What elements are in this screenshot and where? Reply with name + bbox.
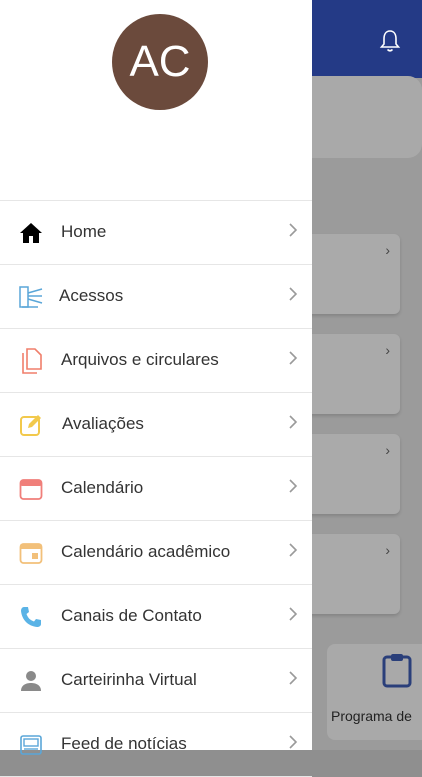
- menu-item-label: Avaliações: [62, 414, 144, 433]
- menu-item-label: Calendário acadêmico: [61, 542, 231, 561]
- news-icon: [18, 732, 44, 758]
- menu-item-avaliacoes[interactable]: Avaliações: [0, 393, 312, 457]
- turnstile-icon: [18, 284, 44, 310]
- chevron-right-icon: ›: [385, 242, 390, 258]
- program-tile-label: Programa de: [331, 708, 412, 724]
- menu-item-label: Feed de notícias: [61, 734, 187, 753]
- calendar-event-icon: [18, 540, 44, 566]
- menu-item-label: Arquivos e circulares: [61, 350, 219, 369]
- avatar[interactable]: AC: [112, 14, 208, 110]
- chevron-right-icon: [289, 351, 298, 365]
- program-tile[interactable]: Programa de: [327, 644, 422, 740]
- chevron-right-icon: ›: [385, 542, 390, 558]
- bell-icon[interactable]: [378, 28, 402, 54]
- menu-item-label: Carteirinha Virtual: [61, 670, 197, 689]
- person-icon: [18, 668, 44, 694]
- chevron-right-icon: [289, 607, 298, 621]
- chevron-right-icon: [289, 671, 298, 685]
- chevron-right-icon: [289, 735, 298, 749]
- home-icon: [18, 220, 44, 246]
- chevron-right-icon: ›: [385, 442, 390, 458]
- avatar-initials: AC: [129, 37, 191, 86]
- menu-item-canais-contato[interactable]: Canais de Contato: [0, 585, 312, 649]
- menu-item-label: Home: [61, 222, 107, 241]
- menu-item-acessos[interactable]: Acessos: [0, 265, 312, 329]
- chevron-right-icon: [289, 479, 298, 493]
- menu-item-calendario-academico[interactable]: Calendário acadêmico: [0, 521, 312, 585]
- chevron-right-icon: [289, 415, 298, 429]
- edit-note-icon: [18, 412, 44, 438]
- menu-item-carteirinha[interactable]: Carteirinha Virtual: [0, 649, 312, 713]
- phone-icon: [18, 604, 44, 630]
- menu-item-label: Acessos: [59, 286, 124, 305]
- menu-item-label: Canais de Contato: [61, 606, 202, 625]
- menu-item-arquivos[interactable]: Arquivos e circulares: [0, 329, 312, 393]
- drawer-menu: Home Acessos Arquivos e circulares Avali…: [0, 200, 312, 777]
- calendar-icon: [18, 476, 44, 502]
- document-icon: [18, 348, 44, 374]
- menu-item-label: Calendário: [61, 478, 144, 497]
- menu-item-feed[interactable]: Feed de notícias: [0, 713, 312, 777]
- chevron-right-icon: ›: [385, 342, 390, 358]
- navigation-drawer: AC Home Acessos Arquivos e circulares Av…: [0, 0, 312, 777]
- chevron-right-icon: [289, 223, 298, 237]
- clipboard-icon: [382, 654, 412, 688]
- menu-item-calendario[interactable]: Calendário: [0, 457, 312, 521]
- chevron-right-icon: [289, 543, 298, 557]
- chevron-right-icon: [289, 287, 298, 301]
- menu-item-home[interactable]: Home: [0, 201, 312, 265]
